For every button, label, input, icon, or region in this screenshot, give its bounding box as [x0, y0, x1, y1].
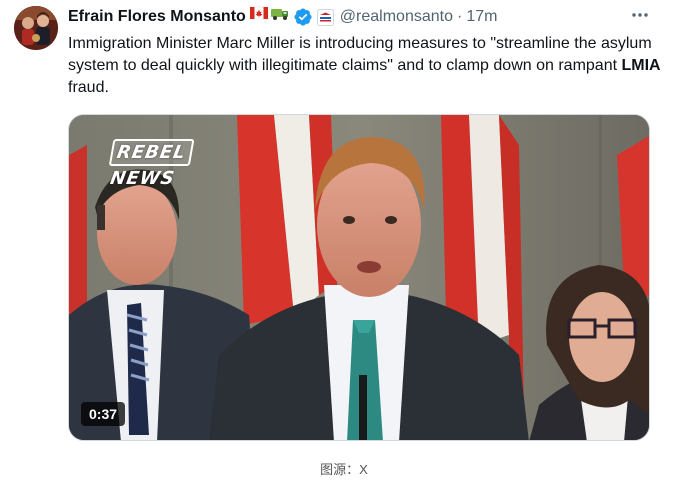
tweet-header: Efrain Flores Monsanto @realmonsanto · 1…	[68, 5, 497, 29]
watermark-line-2: NEWS	[108, 168, 177, 189]
timestamp[interactable]: 17m	[466, 5, 497, 29]
user-handle[interactable]: @realmonsanto	[340, 5, 453, 29]
flag-truck-emoji	[249, 5, 290, 29]
rebel-news-watermark: REBEL NEWS	[105, 139, 195, 190]
display-name[interactable]: Efrain Flores Monsanto	[68, 5, 246, 29]
tweet-text-end: fraud.	[68, 79, 109, 96]
tweet-card: Efrain Flores Monsanto @realmonsanto · 1…	[0, 0, 688, 493]
more-options-icon[interactable]	[630, 5, 650, 25]
canada-flag-truck-icon	[249, 6, 288, 20]
avatar[interactable]	[14, 6, 58, 50]
avatar-image	[14, 6, 58, 50]
video-duration-badge: 0:37	[81, 402, 126, 426]
affiliate-badge-icon[interactable]	[316, 8, 334, 26]
watermark-line-1: REBEL	[108, 139, 195, 166]
tweet-text-bold: LMIA	[621, 57, 661, 74]
video-player[interactable]: REBEL NEWS 0:37	[68, 114, 650, 441]
image-source-caption: 图源：X	[320, 462, 368, 477]
separator-dot: ·	[456, 8, 463, 25]
verified-badge-icon[interactable]	[293, 7, 313, 27]
tweet-text: Immigration Minister Marc Miller is intr…	[68, 33, 668, 99]
tweet-text-body: Immigration Minister Marc Miller is intr…	[68, 35, 652, 74]
